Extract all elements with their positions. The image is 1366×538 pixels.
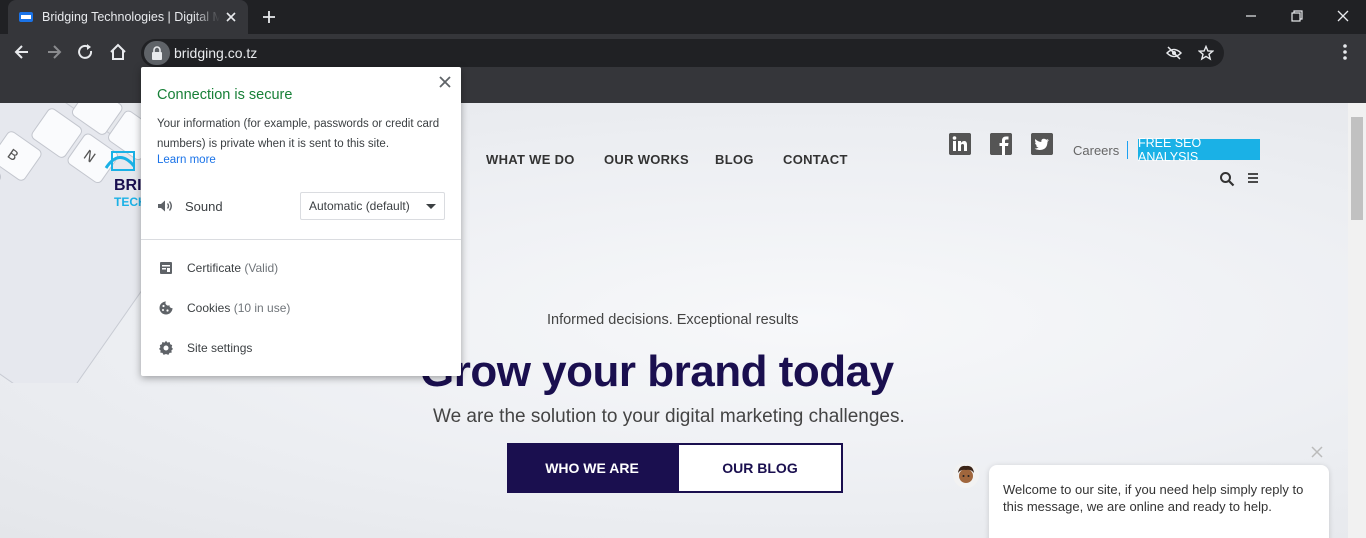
linkedin-icon[interactable] bbox=[949, 133, 971, 155]
new-tab-icon[interactable] bbox=[260, 8, 278, 26]
minimize-icon[interactable] bbox=[1241, 6, 1261, 26]
svg-text:BRI: BRI bbox=[114, 177, 142, 194]
hero-tagline: Informed decisions. Exceptional results bbox=[547, 312, 799, 328]
sound-dropdown-value: Automatic (default) bbox=[309, 199, 410, 213]
browser-toolbar: bridging.co.tz bbox=[0, 34, 1366, 70]
scrollbar-thumb[interactable] bbox=[1351, 117, 1363, 220]
sound-dropdown[interactable]: Automatic (default) bbox=[300, 192, 445, 220]
cookies-label: Cookies bbox=[187, 301, 231, 315]
chevron-down-icon bbox=[426, 204, 436, 209]
certificate-icon bbox=[160, 262, 172, 274]
site-settings-row[interactable]: Site settings bbox=[141, 328, 461, 368]
cookies-row[interactable]: Cookies (10 in use) bbox=[141, 288, 461, 328]
browser-menu-icon[interactable] bbox=[1337, 42, 1353, 62]
chat-message[interactable]: Welcome to our site, if you need help si… bbox=[989, 465, 1329, 538]
tab-close-icon[interactable] bbox=[224, 10, 238, 24]
chat-avatar bbox=[953, 462, 979, 488]
header-separator bbox=[1127, 141, 1128, 159]
connection-description: Your information (for example, passwords… bbox=[157, 118, 440, 150]
hamburger-menu-icon[interactable] bbox=[1247, 172, 1259, 184]
cookie-icon bbox=[159, 301, 173, 315]
sound-label: Sound bbox=[185, 199, 223, 214]
lock-icon bbox=[152, 46, 162, 60]
learn-more-link[interactable]: Learn more bbox=[157, 154, 216, 166]
gear-icon bbox=[159, 340, 173, 355]
cookies-status: (10 in use) bbox=[233, 301, 291, 315]
reload-icon[interactable] bbox=[76, 42, 96, 62]
search-icon[interactable] bbox=[1219, 171, 1235, 187]
close-window-icon[interactable] bbox=[1333, 6, 1353, 26]
back-icon[interactable] bbox=[12, 42, 32, 62]
browser-tab[interactable]: Bridging Technologies | Digital M bbox=[8, 0, 248, 34]
close-icon[interactable] bbox=[438, 75, 452, 89]
site-settings-label: Site settings bbox=[187, 341, 253, 355]
hero-headline: Grow your brand today bbox=[420, 347, 894, 396]
url-text: bridging.co.tz bbox=[174, 45, 258, 61]
twitter-icon[interactable] bbox=[1031, 133, 1053, 155]
hero-subheading: We are the solution to your digital mark… bbox=[433, 406, 905, 427]
our-blog-button[interactable]: OUR BLOG bbox=[677, 443, 843, 493]
restore-icon[interactable] bbox=[1287, 6, 1307, 26]
site-favicon-icon bbox=[19, 12, 33, 22]
star-icon[interactable] bbox=[1198, 45, 1214, 61]
careers-link[interactable]: Careers bbox=[1073, 143, 1119, 158]
certificate-row[interactable]: Certificate (Valid) bbox=[141, 248, 461, 288]
site-info-popup: Connection is secure Your information (f… bbox=[141, 67, 461, 376]
popup-divider bbox=[141, 239, 461, 240]
eye-slash-icon[interactable] bbox=[1166, 45, 1182, 61]
connection-secure-title: Connection is secure bbox=[157, 87, 293, 103]
certificate-status: (Valid) bbox=[244, 261, 279, 275]
nav-our-works[interactable]: OUR WORKS bbox=[604, 152, 689, 167]
forward-icon[interactable] bbox=[44, 42, 64, 62]
site-info-button[interactable] bbox=[144, 41, 170, 65]
address-bar[interactable]: bridging.co.tz bbox=[141, 39, 1224, 67]
nav-contact[interactable]: CONTACT bbox=[783, 152, 848, 167]
chat-close-icon[interactable] bbox=[1310, 445, 1324, 459]
facebook-icon[interactable] bbox=[990, 133, 1012, 155]
who-we-are-button[interactable]: WHO WE ARE bbox=[507, 443, 677, 493]
home-icon[interactable] bbox=[108, 42, 128, 62]
nav-what-we-do[interactable]: WHAT WE DO bbox=[486, 152, 575, 167]
free-seo-analysis-button[interactable]: FREE SEO ANALYSIS bbox=[1138, 136, 1260, 164]
nav-blog[interactable]: BLOG bbox=[715, 152, 754, 167]
speaker-icon bbox=[158, 200, 172, 212]
tab-title: Bridging Technologies | Digital M bbox=[42, 10, 220, 24]
tab-strip: Bridging Technologies | Digital M bbox=[0, 0, 1366, 34]
certificate-label: Certificate bbox=[187, 261, 242, 275]
